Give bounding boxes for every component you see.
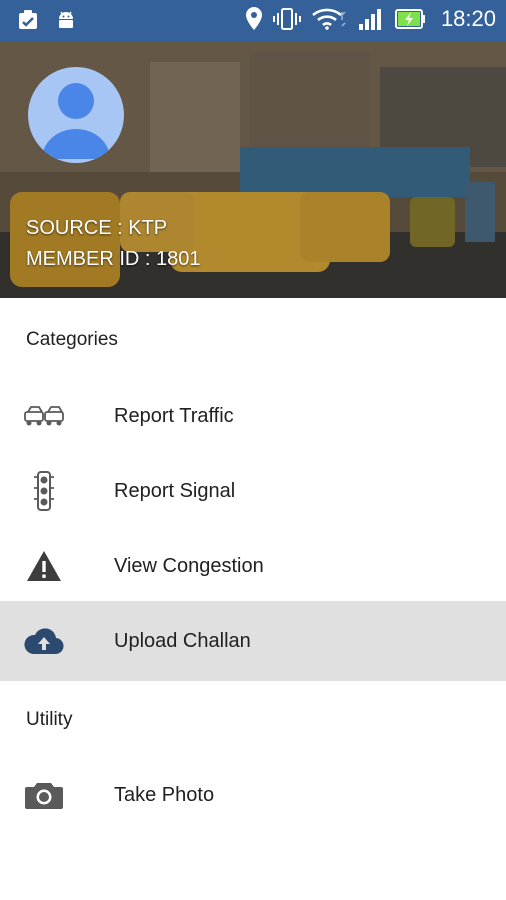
categories-heading: Categories <box>26 329 118 350</box>
location-icon <box>245 6 263 32</box>
menu-item-view-congestion[interactable]: View Congestion <box>0 526 506 606</box>
menu-item-label: Take Photo <box>114 783 215 806</box>
menu-item-upload-challan[interactable]: Upload Challan <box>0 601 506 681</box>
warning-icon <box>24 546 64 586</box>
clock: 18:20 <box>440 6 496 31</box>
wifi-icon <box>311 7 347 31</box>
signal-icon <box>357 7 385 31</box>
status-bar: 18:20 <box>0 0 506 42</box>
menu-item-report-traffic[interactable]: Report Traffic <box>0 376 506 456</box>
clipboard-icon <box>16 8 40 32</box>
cloud-upload-icon <box>24 621 64 661</box>
menu-item-label: View Congestion <box>114 554 264 577</box>
battery-charging-icon <box>394 7 427 31</box>
person-icon <box>42 83 110 159</box>
drawer-header: SOURCE : KTP MEMBER ID : 1801 <box>0 42 506 298</box>
menu-item-label: Upload Challan <box>114 629 251 652</box>
menu-item-take-photo[interactable]: Take Photo <box>0 755 506 835</box>
member-id-label: MEMBER ID : 1801 <box>26 248 201 270</box>
android-icon <box>54 8 78 32</box>
menu-item-report-signal[interactable]: Report Signal <box>0 451 506 531</box>
traffic-light-icon <box>24 471 64 511</box>
vibrate-icon <box>272 7 301 31</box>
utility-heading: Utility <box>26 709 73 730</box>
traffic-cars-icon <box>24 396 64 436</box>
menu-item-label: Report Signal <box>114 479 236 502</box>
source-label: SOURCE : KTP <box>26 217 168 239</box>
menu-item-label: Report Traffic <box>114 404 234 427</box>
camera-icon <box>24 775 64 815</box>
user-avatar[interactable] <box>28 67 124 163</box>
